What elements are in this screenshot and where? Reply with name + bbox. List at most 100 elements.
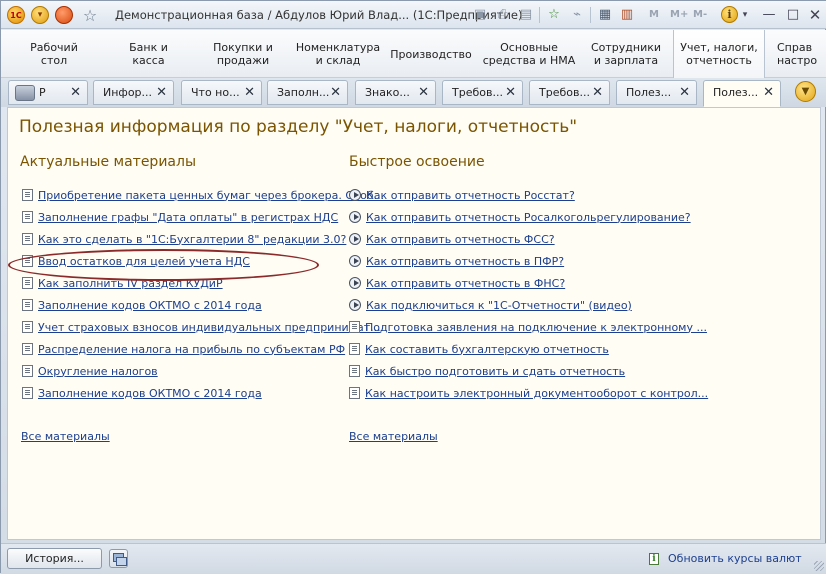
document-icon (22, 277, 33, 289)
close-icon[interactable]: ✕ (807, 6, 823, 24)
list-item-link[interactable]: Заполнение кодов ОКТМО с 2014 года (38, 387, 262, 400)
main-menu-button[interactable]: ▾ (31, 6, 49, 24)
memory-plus-button[interactable]: M+ (670, 6, 688, 24)
update-rates-link[interactable]: Обновить курсы валют (668, 552, 802, 565)
tab-label: Знако... (365, 86, 410, 99)
list-item-link[interactable]: Как составить бухгалтерскую отчетность (365, 343, 609, 356)
tab-acquaint[interactable]: Знако... ✕ (355, 80, 436, 105)
section-bank[interactable]: Банк и касса (111, 30, 186, 78)
list-item[interactable]: Как отправить отчетность Росстат? (349, 186, 575, 204)
list-item[interactable]: Приобретение пакета ценных бумаг через б… (22, 186, 384, 204)
play-icon (349, 211, 361, 223)
print-icon[interactable]: ⎙ (494, 6, 512, 24)
list-item[interactable]: Как составить бухгалтерскую отчетность (349, 340, 609, 358)
section-employees[interactable]: Сотрудники и зарплата (586, 30, 666, 78)
tab-fill[interactable]: Заполн... ✕ (267, 80, 348, 105)
list-item[interactable]: Как отправить отчетность ФСС? (349, 230, 555, 248)
tab-label: Требов... (539, 86, 590, 99)
chevron-down-icon[interactable]: ▾ (740, 6, 750, 24)
close-icon[interactable]: ✕ (763, 81, 774, 104)
tab-info[interactable]: Инфор... ✕ (93, 80, 174, 105)
list-item-link[interactable]: Как это сделать в "1С:Бухгалтерии 8" ред… (38, 233, 346, 246)
document-icon (349, 365, 360, 377)
list-item[interactable]: Как настроить электронный документооборо… (349, 384, 708, 402)
document-icon (22, 387, 33, 399)
calendar-icon[interactable]: ▥ (618, 6, 636, 24)
calculator-icon[interactable]: ▦ (596, 6, 614, 24)
tab-useful-1[interactable]: Полез... ✕ (616, 80, 697, 105)
close-icon[interactable]: ✕ (418, 81, 429, 104)
close-icon[interactable]: ✕ (592, 81, 603, 104)
list-item[interactable]: Распределение налога на прибыль по субъе… (22, 340, 345, 358)
all-materials-link-left[interactable]: Все материалы (21, 430, 110, 443)
close-icon[interactable]: ✕ (244, 81, 255, 104)
list-item[interactable]: Как отправить отчетность в ПФР? (349, 252, 564, 270)
list-item-link[interactable]: Как отправить отчетность Росстат? (366, 189, 575, 202)
document-icon (22, 365, 33, 377)
list-item-link[interactable]: Как подключиться к "1С-Отчетности" (виде… (366, 299, 632, 312)
list-item-link[interactable]: Округление налогов (38, 365, 158, 378)
section-settings[interactable]: Справ настро (771, 30, 826, 78)
list-item[interactable]: Заполнение кодов ОКТМО с 2014 года (22, 296, 262, 314)
close-icon[interactable]: ✕ (156, 81, 167, 104)
list-item-link[interactable]: Как быстро подготовить и сдать отчетност… (365, 365, 625, 378)
tab-label: Полез... (626, 86, 672, 99)
history-button[interactable]: История... (7, 548, 102, 569)
section-nomenclature[interactable]: Номенклатура и склад (291, 30, 385, 78)
list-item-link[interactable]: Учет страховых взносов индивидуальных пр… (38, 321, 381, 334)
favorites-star-icon[interactable]: ☆ (81, 5, 99, 25)
memory-m-button[interactable]: M (649, 6, 659, 24)
close-icon[interactable]: ✕ (505, 81, 516, 104)
record-button[interactable] (55, 6, 73, 24)
all-materials-link-right[interactable]: Все материалы (349, 430, 438, 443)
list-item[interactable]: Заполнение графы "Дата оплаты" в регистр… (22, 208, 338, 226)
list-item-link[interactable]: Подготовка заявления на подключение к эл… (365, 321, 707, 334)
section-fixed-assets[interactable]: Основные средства и НМА (481, 30, 577, 78)
memory-minus-button[interactable]: M- (693, 6, 707, 24)
save-icon[interactable]: ▣ (471, 6, 489, 24)
list-item-link[interactable]: Заполнение графы "Дата оплаты" в регистр… (38, 211, 338, 224)
list-item-link[interactable]: Как отправить отчетность в ПФР? (366, 255, 564, 268)
list-item-link[interactable]: Распределение налога на прибыль по субъе… (38, 343, 345, 356)
close-icon[interactable]: ✕ (70, 81, 81, 104)
maximize-button[interactable]: □ (785, 6, 801, 24)
document-icon (22, 299, 33, 311)
list-item[interactable]: Как это сделать в "1С:Бухгалтерии 8" ред… (22, 230, 346, 248)
list-item[interactable]: Как подключиться к "1С-Отчетности" (виде… (349, 296, 632, 314)
list-item-link[interactable]: Заполнение кодов ОКТМО с 2014 года (38, 299, 262, 312)
windows-icon[interactable] (109, 549, 128, 568)
section-purchases-sales[interactable]: Покупки и продажи (203, 30, 283, 78)
list-item[interactable]: Заполнение кодов ОКТМО с 2014 года (22, 384, 262, 402)
list-item[interactable]: Учет страховых взносов индивидуальных пр… (22, 318, 381, 336)
list-item-link[interactable]: Как отправить отчетность в ФНС? (366, 277, 565, 290)
list-item-link[interactable]: Как настроить электронный документооборо… (365, 387, 708, 400)
tab-useful-active[interactable]: Полез... ✕ (703, 80, 781, 107)
preview-icon[interactable]: ▤ (517, 6, 535, 24)
section-desktop[interactable]: Рабочий стол (15, 30, 93, 78)
info-icon[interactable]: i (721, 6, 738, 23)
toolbar-separator (539, 7, 540, 23)
list-item[interactable]: Как отправить отчетность в ФНС? (349, 274, 565, 292)
list-item-link[interactable]: Как отправить отчетность Росалкогольрегу… (366, 211, 691, 224)
tab-home[interactable]: Р ✕ (8, 80, 88, 105)
1c-logo-icon[interactable]: 1C (7, 6, 25, 24)
close-icon[interactable]: ✕ (679, 81, 690, 104)
tab-whats-new[interactable]: Что но... ✕ (181, 80, 262, 105)
list-item[interactable]: Как отправить отчетность Росалкогольрегу… (349, 208, 691, 226)
list-item[interactable]: Округление налогов (22, 362, 158, 380)
list-item[interactable]: Подготовка заявления на подключение к эл… (349, 318, 707, 336)
list-item-link[interactable]: Как отправить отчетность ФСС? (366, 233, 555, 246)
link-icon[interactable]: ⌁ (568, 6, 586, 24)
minimize-button[interactable]: — (761, 6, 777, 24)
tab-requirements-1[interactable]: Требов... ✕ (442, 80, 523, 105)
list-item[interactable]: Как быстро подготовить и сдать отчетност… (349, 362, 625, 380)
section-taxes-reporting[interactable]: Учет, налоги, отчетность (673, 30, 765, 78)
tab-requirements-2[interactable]: Требов... ✕ (529, 80, 610, 105)
tabs-more-chevron-icon[interactable]: ▼ (795, 81, 816, 102)
list-item-link[interactable]: Приобретение пакета ценных бумаг через б… (38, 189, 384, 202)
content-panel: Полезная информация по разделу "Учет, на… (7, 107, 821, 540)
resize-grip[interactable] (814, 561, 824, 571)
add-favorite-icon[interactable]: ☆ (545, 6, 563, 24)
section-production[interactable]: Производство (389, 30, 473, 78)
close-icon[interactable]: ✕ (330, 81, 341, 104)
